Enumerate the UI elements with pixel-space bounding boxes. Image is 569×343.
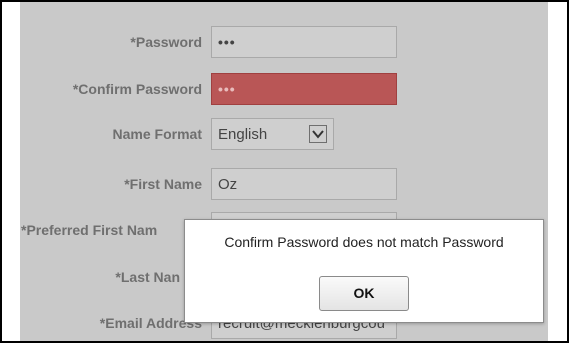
confirm-password-field[interactable]: ••• [211, 73, 397, 105]
alert-dialog: Confirm Password does not match Password… [184, 219, 544, 323]
screenshot-frame: *Password ••• *Confirm Password ••• Name… [0, 0, 569, 343]
last-name-label: *Last Nan [115, 269, 180, 285]
name-format-label: Name Format [112, 126, 202, 142]
confirm-password-label: *Confirm Password [72, 81, 202, 97]
ok-button[interactable]: OK [319, 276, 409, 311]
first-name-field[interactable]: Oz [211, 168, 397, 200]
password-field[interactable]: ••• [211, 26, 397, 58]
confirm-password-value: ••• [218, 81, 236, 97]
email-address-label: *Email Address [99, 315, 202, 331]
password-label: *Password [130, 34, 202, 50]
name-format-value: English [218, 126, 268, 143]
password-value: ••• [218, 34, 236, 50]
chevron-down-icon[interactable] [309, 125, 327, 143]
name-format-select[interactable]: English [211, 118, 334, 150]
preferred-first-name-label: *Preferred First Nam [21, 222, 158, 238]
dialog-message: Confirm Password does not match Password [224, 234, 504, 250]
first-name-value: Oz [218, 176, 238, 193]
first-name-label: *First Name [124, 176, 202, 192]
